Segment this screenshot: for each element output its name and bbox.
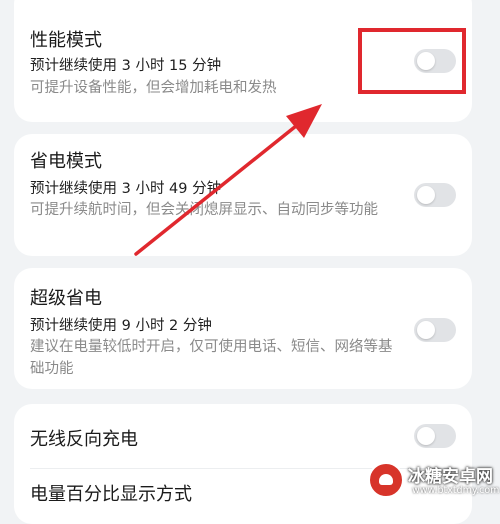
annotation-arrow-icon — [134, 104, 322, 256]
watermark-logo-icon — [368, 462, 404, 498]
watermark: 冰糖安卓网 www.btxtdmy.com — [368, 460, 500, 500]
watermark-name: 冰糖安卓网 — [408, 467, 493, 487]
watermark-url: www.btxtdmy.com — [412, 485, 500, 496]
